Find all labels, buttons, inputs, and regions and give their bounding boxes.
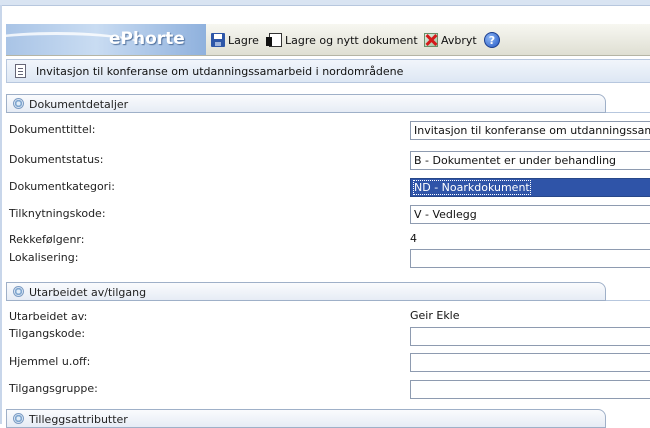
floppy-disk-icon (211, 33, 225, 47)
section-title: Tilleggsattributter (29, 413, 128, 426)
document-title-field-value: Invitasjon til konferanse om utdanningss… (414, 124, 650, 137)
document-category-label: Dokumentkategori: (9, 180, 115, 193)
link-code-select[interactable]: V - Vedlegg (410, 205, 650, 224)
brand-logo: ePhorte (6, 24, 206, 55)
cancel-button-label: Avbryt (441, 33, 477, 47)
document-title-field[interactable]: Invitasjon til konferanse om utdanningss… (410, 121, 650, 140)
cancel-button[interactable]: Avbryt (424, 32, 477, 48)
document-status-label: Dokumentstatus: (9, 153, 104, 166)
section-header-document-details[interactable]: Dokumentdetaljer (6, 94, 606, 113)
document-category-value: ND - Noarkdokument (413, 180, 531, 195)
collapse-toggle-icon (13, 286, 24, 297)
order-number-value: 4 (410, 232, 417, 245)
cancel-x-icon (424, 33, 438, 47)
location-input[interactable] (410, 249, 650, 268)
brand-name: ePhorte (109, 29, 185, 49)
document-category-select[interactable]: ND - Noarkdokument (410, 178, 650, 197)
author-value: Geir Ekle (410, 309, 460, 322)
document-icon (15, 64, 26, 78)
access-code-input[interactable] (410, 327, 650, 346)
section-title: Utarbeidet av/tilgang (29, 286, 147, 299)
location-label: Lokalisering: (9, 251, 79, 264)
save-button[interactable]: Lagre (211, 32, 259, 48)
access-group-input[interactable] (410, 380, 650, 399)
collapse-toggle-icon (13, 98, 24, 109)
document-status-select[interactable]: B - Dokumentet er under behandling (410, 151, 650, 170)
save-and-new-button-label: Lagre og nytt dokument (285, 33, 418, 47)
author-label: Utarbeidet av: (9, 310, 88, 323)
section-divider (606, 112, 650, 113)
access-code-label: Tilgangskode: (9, 327, 86, 340)
window-left-border (0, 5, 2, 424)
document-title-bar: Invitasjon til konferanse om utdanningss… (6, 59, 650, 83)
order-number-label: Rekkefølgenr: (9, 233, 85, 246)
authority-input[interactable] (410, 353, 650, 372)
link-code-label: Tilknytningskode: (9, 207, 106, 220)
save-button-label: Lagre (228, 33, 259, 47)
authority-label: Hjemmel u.off: (9, 355, 91, 368)
document-status-value: B - Dokumentet er under behandling (414, 154, 617, 167)
section-title: Dokumentdetaljer (29, 98, 129, 111)
document-title: Invitasjon til konferanse om utdanningss… (36, 65, 404, 78)
section-header-extra-attributes[interactable]: Tilleggsattributter (6, 409, 606, 428)
save-and-new-document-button[interactable]: Lagre og nytt dokument (265, 32, 418, 48)
section-header-author-access[interactable]: Utarbeidet av/tilgang (6, 282, 606, 301)
collapse-toggle-icon (13, 413, 24, 424)
help-button[interactable]: ? (484, 32, 500, 48)
link-code-value: V - Vedlegg (414, 208, 477, 221)
help-icon: ? (484, 32, 500, 48)
window-top-border (0, 0, 650, 6)
new-document-icon (266, 33, 282, 47)
section-divider (606, 300, 650, 301)
document-title-label: Dokumenttittel: (9, 123, 96, 136)
access-group-label: Tilgangsgruppe: (9, 382, 98, 395)
toolbar: ePhorte Lagre Lagre og nytt dokument Avb… (6, 24, 650, 56)
